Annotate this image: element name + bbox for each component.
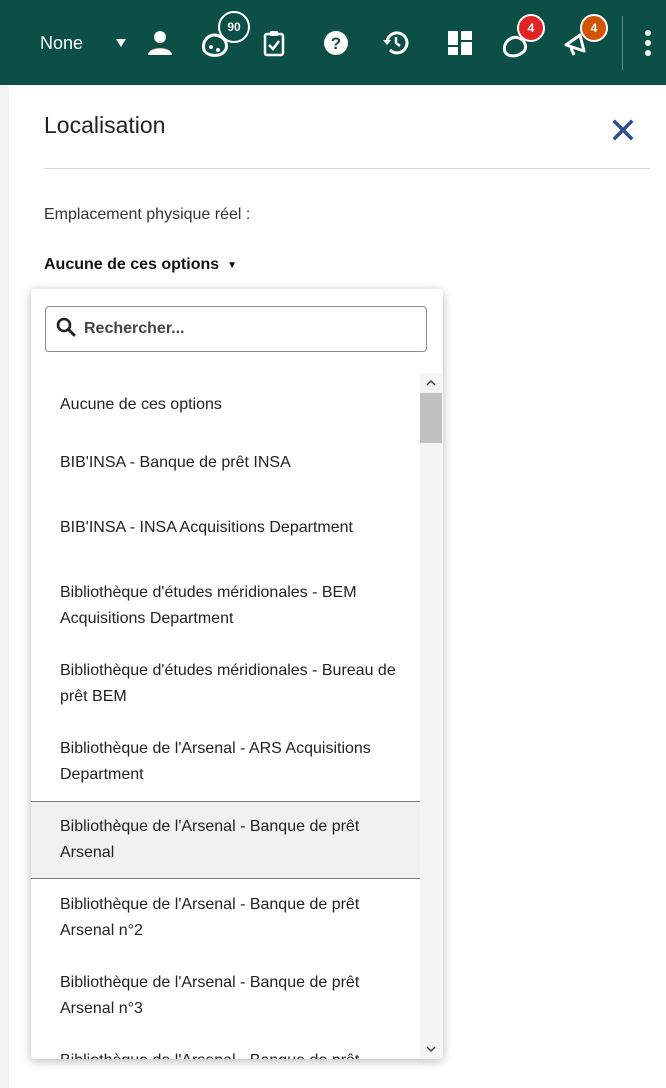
alerts-count-badge: 4	[517, 14, 545, 42]
dropdown-option[interactable]: Bibliothèque de l'Arsenal - Banque de pr…	[31, 879, 420, 957]
dropdown-option[interactable]: BIB'INSA - INSA Acquisitions Department	[31, 489, 420, 567]
scrollbar-thumb[interactable]	[420, 393, 442, 443]
dropdown-option[interactable]: Bibliothèque de l'Arsenal - Banque de pr…	[31, 801, 420, 879]
help-icon[interactable]: ?	[318, 25, 354, 61]
dropdown-option-label: BIB'INSA - Banque de prêt INSA	[60, 454, 291, 471]
dropdown-option[interactable]: Bibliothèque d'études méridionales - BEM…	[31, 567, 420, 645]
institution-selector-label[interactable]: None	[40, 33, 83, 54]
dropdown-option-label: Bibliothèque d'études méridionales - Bur…	[60, 662, 396, 705]
history-icon[interactable]	[378, 25, 414, 61]
dropdown-option[interactable]: Bibliothèque de l'Arsenal - Banque de pr…	[31, 957, 420, 1035]
options-list: Aucune de ces options BIB'INSA - Banque d…	[31, 373, 420, 1059]
announcements-count-badge: 4	[580, 14, 608, 42]
dropdown-option-label: BIB'INSA - INSA Acquisitions Department	[60, 519, 353, 536]
dropdown-option[interactable]: BIB'INSA - Banque de prêt INSA	[31, 437, 420, 489]
caret-down-icon[interactable]	[114, 36, 128, 50]
location-field-label: Emplacement physique réel :	[44, 206, 251, 223]
top-bar: None 90 ? 4 4	[0, 0, 666, 85]
scroll-up-icon[interactable]	[420, 373, 442, 393]
dropdown-option[interactable]: Aucune de ces options	[31, 373, 420, 437]
topbar-divider	[622, 16, 623, 70]
dropdown-option-label: Bibliothèque de l'Arsenal - Banque de pr…	[60, 896, 360, 939]
location-select[interactable]: Aucune de ces options ▼	[44, 256, 237, 274]
user-icon[interactable]	[142, 25, 178, 61]
clipboard-check-icon[interactable]	[256, 25, 292, 61]
location-dropdown: Aucune de ces options BIB'INSA - Banque d…	[31, 289, 443, 1059]
search-icon	[56, 317, 76, 342]
dropdown-option[interactable]: Bibliothèque d'études méridionales - Bur…	[31, 645, 420, 723]
dropdown-option-label: Bibliothèque de l'Arsenal - Banque de pr…	[60, 1048, 406, 1059]
dropdown-option-label: Bibliothèque de l'Arsenal - Banque de pr…	[60, 974, 360, 1017]
dropdown-option-label: Bibliothèque de l'Arsenal - ARS Acquisit…	[60, 740, 371, 783]
dashboard-icon[interactable]	[442, 25, 478, 61]
page-edge-strip	[0, 85, 9, 1088]
scrollbar[interactable]	[420, 373, 442, 1059]
scroll-down-icon[interactable]	[420, 1039, 442, 1059]
search-input[interactable]	[82, 319, 406, 339]
svg-text:?: ?	[331, 34, 341, 53]
dropdown-option-label: Bibliothèque d'études méridionales - BEM…	[60, 584, 357, 627]
panel-title: Localisation	[44, 112, 166, 138]
more-icon[interactable]	[636, 25, 660, 61]
close-icon[interactable]	[608, 115, 638, 145]
panel-divider	[44, 168, 650, 169]
dropdown-option[interactable]: Bibliothèque de l'Arsenal - ARS Acquisit…	[31, 723, 420, 801]
search-field[interactable]	[45, 306, 427, 352]
dropdown-option-label: Bibliothèque de l'Arsenal - Banque de pr…	[60, 818, 360, 861]
dropdown-option[interactable]: Bibliothèque de l'Arsenal - Banque de pr…	[31, 1035, 420, 1059]
notifications-count-badge: 90	[218, 11, 250, 43]
caret-down-icon: ▼	[227, 259, 238, 271]
dropdown-option-label: Aucune de ces options	[60, 396, 222, 413]
location-select-value: Aucune de ces options	[44, 256, 220, 273]
